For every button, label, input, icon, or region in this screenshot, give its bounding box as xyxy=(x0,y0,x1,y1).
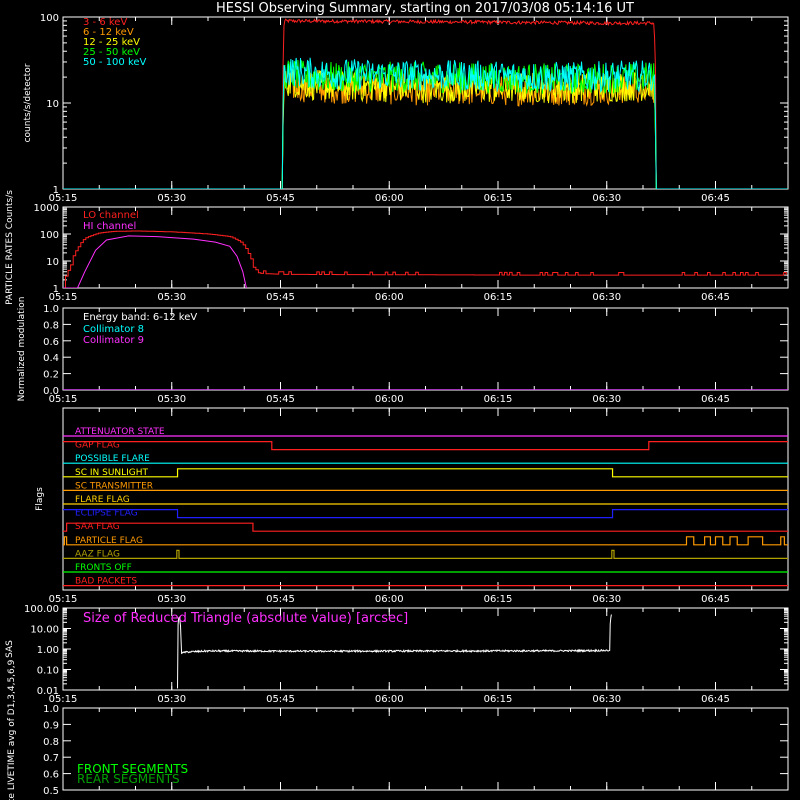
sas-xtick-label: 05:30 xyxy=(157,694,186,705)
modulation-ytick-label: 0.8 xyxy=(43,320,59,331)
sas-xtick-label: 06:15 xyxy=(484,694,513,705)
particle-ylabel: PARTICLE RATES Counts/s xyxy=(5,190,15,305)
legend-entry: Collimator 8 xyxy=(83,324,144,335)
livetime-ytick-label: 0.8 xyxy=(43,737,59,748)
modulation-xtick-label: 06:15 xyxy=(484,394,513,405)
sas-ytick-label: 10.00 xyxy=(30,625,59,636)
sas-ytick-label: 1.00 xyxy=(37,645,59,656)
chart-title: HESSI Observing Summary, starting on 201… xyxy=(216,1,634,16)
modulation-xtick-label: 06:45 xyxy=(701,394,730,405)
particle-xtick-label: 06:45 xyxy=(701,292,730,303)
particle-ytick-label: 1 xyxy=(53,284,59,295)
livetime-ytick-label: 0.5 xyxy=(43,786,59,797)
counts-ylabel: counts/s/detector xyxy=(23,63,33,142)
legend-entry: HI channel xyxy=(83,221,136,232)
legend-entry: 50 - 100 keV xyxy=(83,57,147,68)
livetime-ytick-label: 0.6 xyxy=(43,770,59,781)
counts-xtick-label: 06:45 xyxy=(701,193,730,204)
particle-xtick-label: 05:45 xyxy=(266,292,295,303)
particle-xtick-label: 06:15 xyxy=(484,292,513,303)
sas-ytick-label: 0.01 xyxy=(37,686,59,697)
particle-xtick-label: 06:00 xyxy=(375,292,404,303)
livetime-ytick-label: 1.0 xyxy=(43,704,59,715)
flags-xtick-label: 06:00 xyxy=(375,594,404,605)
particle-xtick-label: 05:30 xyxy=(157,292,186,303)
sas-annotation: Size of Reduced Triangle (absolute value… xyxy=(83,611,408,626)
sas-xtick-label: 06:45 xyxy=(701,694,730,705)
legend-entry: Collimator 9 xyxy=(83,335,144,346)
legend-title: Energy band: 6-12 keV xyxy=(83,312,197,323)
modulation-xtick-label: 06:00 xyxy=(375,394,404,405)
flags-xtick-label: 06:30 xyxy=(592,594,621,605)
flags-xtick-label: 06:45 xyxy=(701,594,730,605)
particle-ytick-label: 10 xyxy=(46,257,59,268)
legend-entry: REAR SEGMENTS xyxy=(77,772,180,786)
flags-xtick-label: 05:30 xyxy=(157,594,186,605)
sas-ytick-label: 100.00 xyxy=(24,604,59,615)
particle-ytick-label: 1000 xyxy=(34,203,59,214)
modulation-xtick-label: 06:30 xyxy=(592,394,621,405)
modulation-xtick-label: 05:45 xyxy=(266,394,295,405)
counts-xtick-label: 06:00 xyxy=(375,193,404,204)
flags-ylabel: Flags xyxy=(35,487,45,511)
livetime-ylabel: Mon. Rate LIVETIME avg of D1,3,4,5,6,9 xyxy=(7,659,17,800)
legend-entry: LO channel xyxy=(83,210,139,221)
livetime-ytick-label: 0.7 xyxy=(43,753,59,764)
hessi-summary-chart: HESSI Observing Summary, starting on 201… xyxy=(0,0,800,800)
sas-ylabel: SAS xyxy=(5,640,15,658)
counts-xtick-label: 05:45 xyxy=(266,193,295,204)
counts-xtick-label: 06:30 xyxy=(592,193,621,204)
modulation-ytick-label: 1.0 xyxy=(43,304,59,315)
sas-ytick-label: 0.10 xyxy=(37,666,59,677)
sas-xtick-label: 05:45 xyxy=(266,694,295,705)
modulation-ytick-label: 0.4 xyxy=(43,353,59,364)
particle-xtick-label: 06:30 xyxy=(592,292,621,303)
counts-ytick-label: 10 xyxy=(46,99,59,110)
sas-xtick-label: 06:30 xyxy=(592,694,621,705)
sas-xtick-label: 06:00 xyxy=(375,694,404,705)
modulation-ytick-label: 0.0 xyxy=(43,386,59,397)
counts-xtick-label: 05:30 xyxy=(157,193,186,204)
counts-ytick-label: 1 xyxy=(53,185,59,196)
counts-xtick-label: 06:15 xyxy=(484,193,513,204)
livetime-ytick-label: 0.9 xyxy=(43,720,59,731)
particle-ytick-label: 100 xyxy=(40,230,59,241)
modulation-ylabel: Normalized modulation xyxy=(17,297,27,402)
flags-xtick-label: 05:45 xyxy=(266,594,295,605)
modulation-xtick-label: 05:30 xyxy=(157,394,186,405)
flags-xtick-label: 06:15 xyxy=(484,594,513,605)
modulation-ytick-label: 0.2 xyxy=(43,370,59,381)
modulation-ytick-label: 0.6 xyxy=(43,337,59,348)
counts-ytick-label: 100 xyxy=(40,13,59,24)
